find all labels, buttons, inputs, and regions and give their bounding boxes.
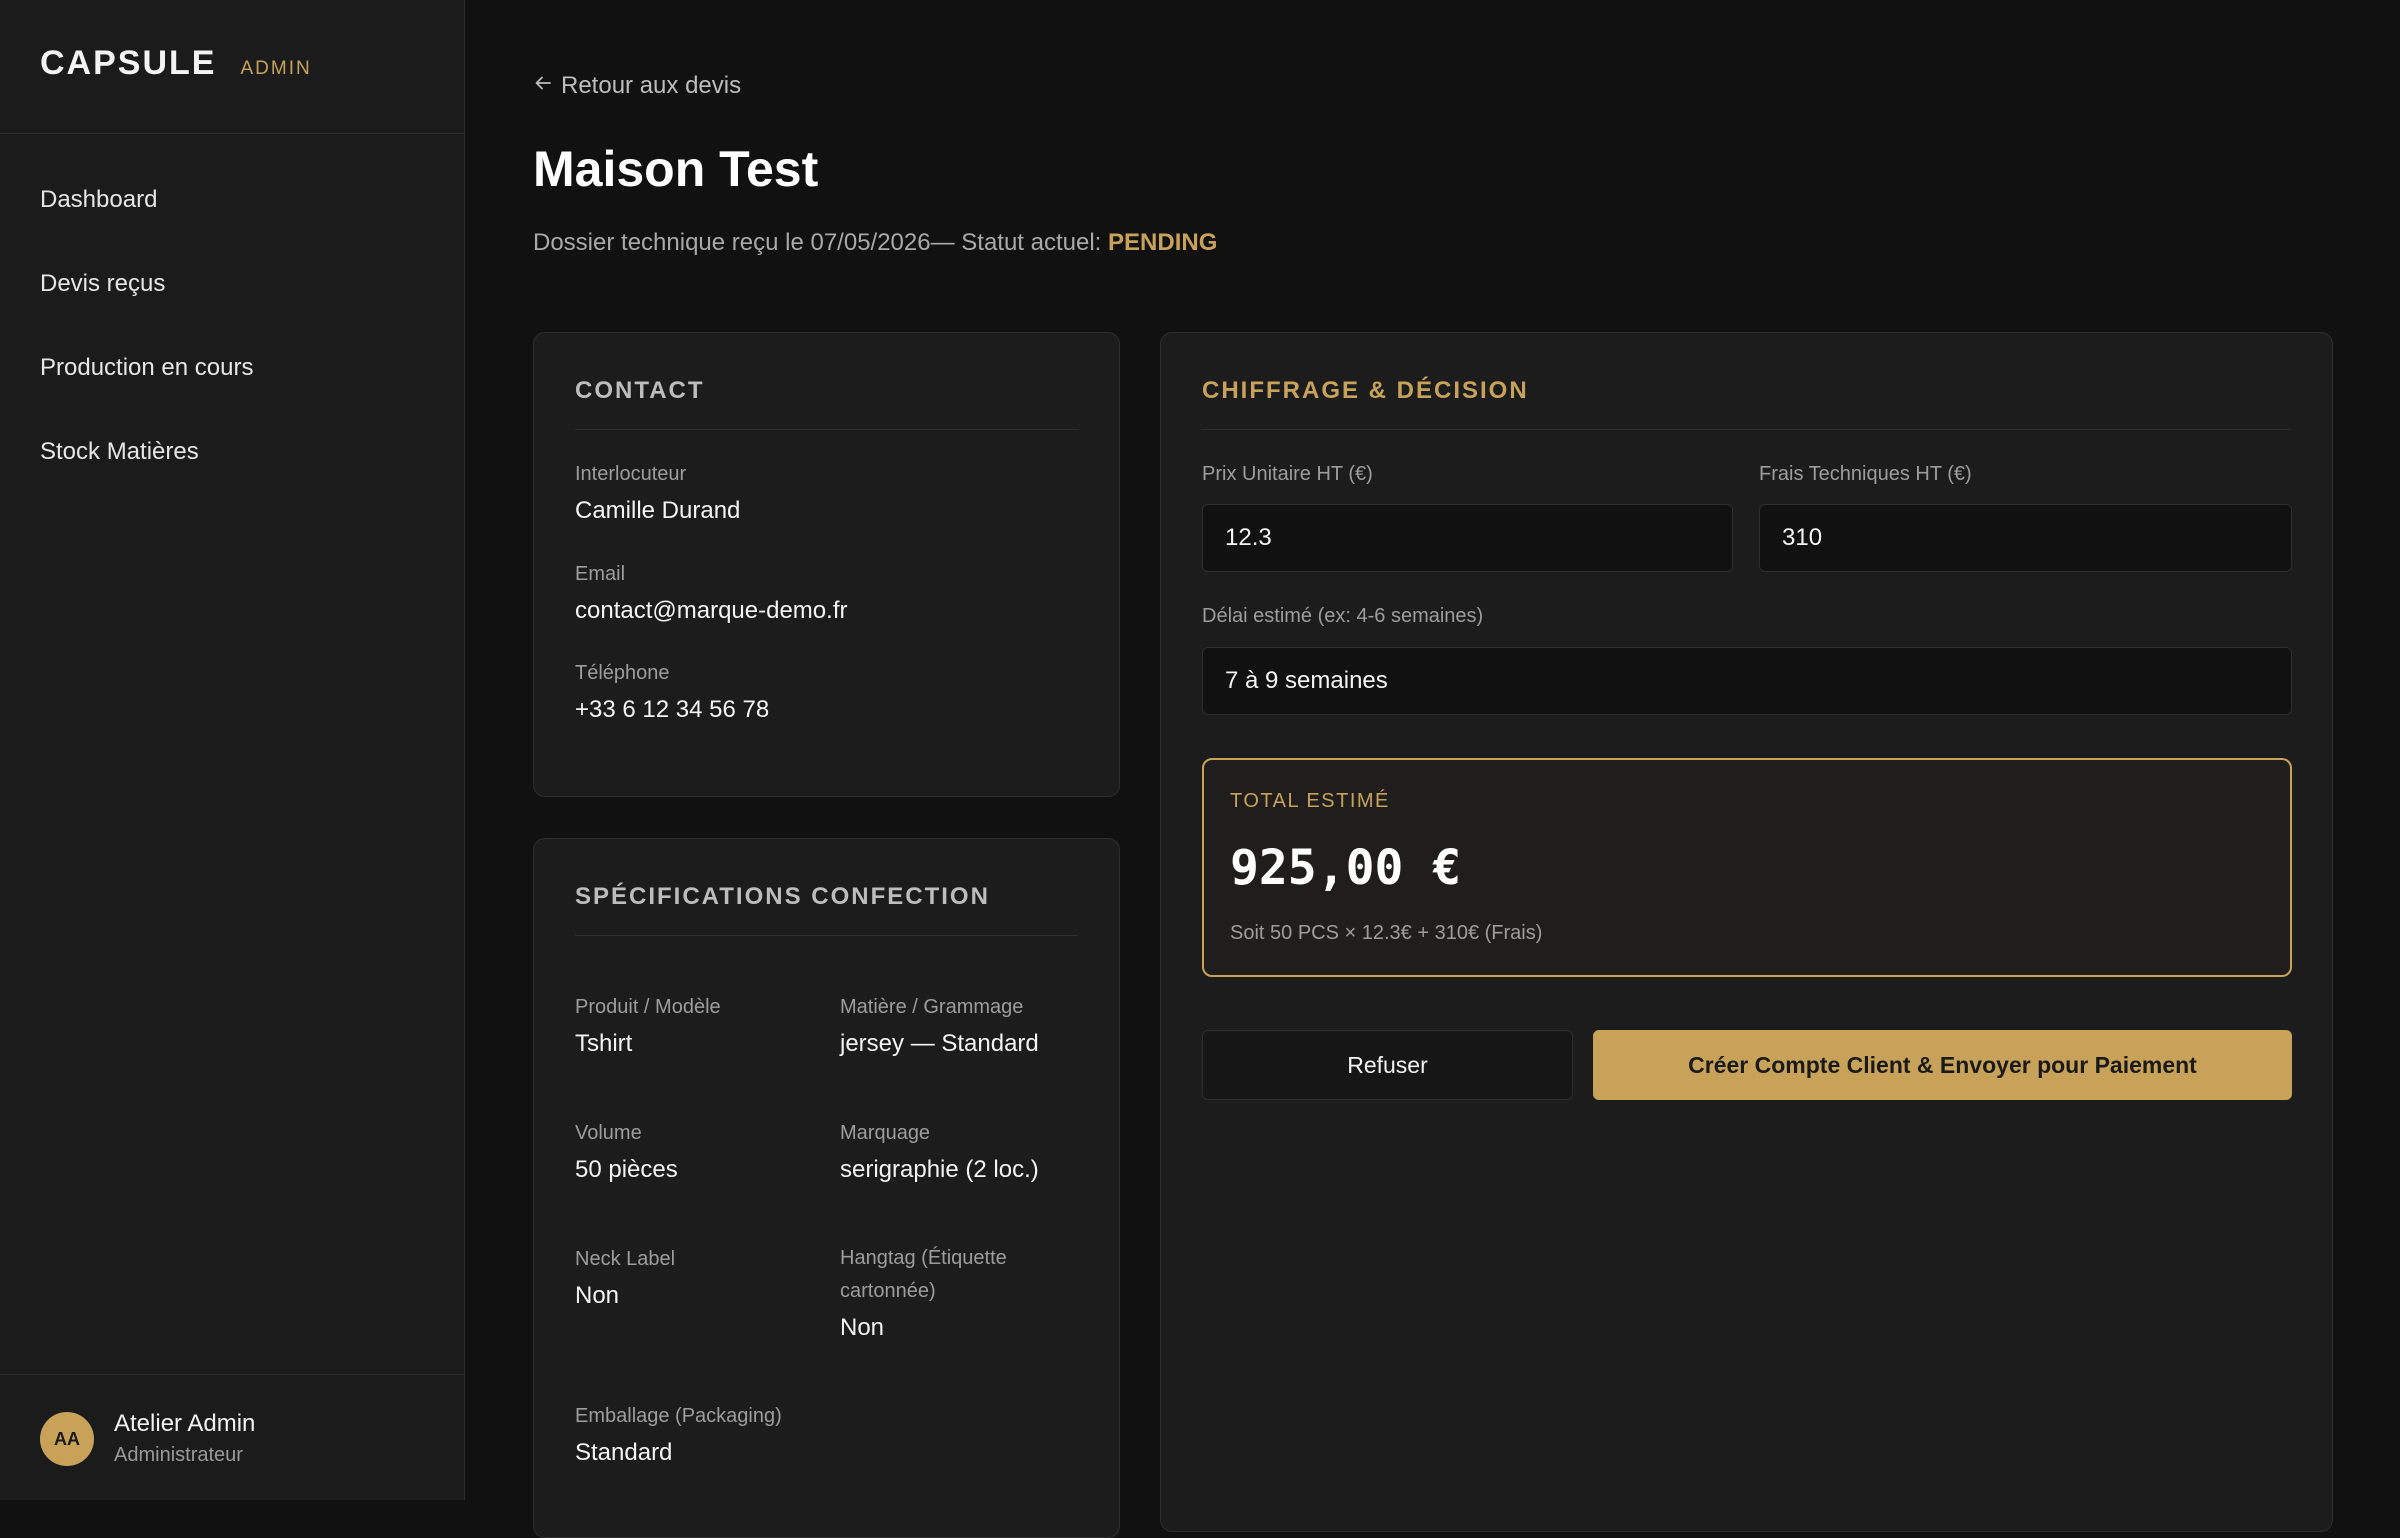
- page-subtitle: Dossier technique reçu le 07/05/2026— St…: [533, 229, 1217, 257]
- field-label: Email: [575, 563, 626, 585]
- total-label: TOTAL ESTIMÉ: [1230, 790, 1390, 812]
- sidebar-divider: [0, 1374, 465, 1375]
- user-name: Atelier Admin: [114, 1410, 256, 1437]
- total-detail: Soit 50 PCS × 12.3€ + 310€ (Frais): [1230, 922, 1543, 944]
- field-label: Hangtag (Étiquette cartonnée): [840, 1247, 1007, 1302]
- avatar: AA: [40, 1412, 94, 1466]
- tech-fees-label: Frais Techniques HT (€): [1759, 463, 1972, 485]
- card-title: CONTACT: [575, 377, 705, 404]
- card-title: CHIFFRAGE & DÉCISION: [1202, 377, 1529, 404]
- card-divider: [575, 429, 1078, 430]
- field-value: Non: [575, 1282, 620, 1309]
- field-label: Produit / Modèle: [575, 996, 721, 1018]
- field-value: Standard: [575, 1439, 673, 1466]
- decision-card: CHIFFRAGE & DÉCISION Prix Unitaire HT (€…: [1160, 332, 2333, 1532]
- field-value: 50 pièces: [575, 1156, 678, 1183]
- unit-price-input[interactable]: 12.3: [1202, 504, 1733, 572]
- field-label: Emballage (Packaging): [575, 1405, 782, 1427]
- sidebar-item-dashboard[interactable]: Dashboard: [0, 160, 464, 244]
- subtitle-text: Dossier technique reçu le 07/05/2026— St…: [533, 229, 1109, 256]
- field-label: Marquage: [840, 1122, 931, 1144]
- sidebar: CAPSULE ADMIN Dashboard Devis reçus Prod…: [0, 0, 465, 1500]
- total-estimate-box: TOTAL ESTIMÉ 925,00 € Soit 50 PCS × 12.3…: [1202, 758, 2292, 977]
- field-value: Non: [840, 1314, 885, 1341]
- brand-logo[interactable]: CAPSULE ADMIN: [40, 44, 312, 83]
- field-label: Volume: [575, 1122, 642, 1144]
- sidebar-divider: [0, 133, 465, 134]
- total-value: 925,00 €: [1230, 840, 1462, 896]
- field-value: contact@marque-demo.fr: [575, 597, 848, 624]
- contact-card: CONTACT Interlocuteur Camille Durand Ema…: [533, 332, 1120, 797]
- card-title: SPÉCIFICATIONS CONFECTION: [575, 883, 990, 910]
- unit-price-label: Prix Unitaire HT (€): [1202, 463, 1373, 485]
- tech-fees-input[interactable]: 310: [1759, 504, 2292, 572]
- back-link[interactable]: Retour aux devis: [533, 72, 741, 100]
- card-divider: [575, 935, 1078, 936]
- status-badge: PENDING: [1108, 229, 1218, 256]
- sidebar-item-stock[interactable]: Stock Matières: [0, 412, 464, 496]
- field-label: Neck Label: [575, 1248, 676, 1270]
- user-profile[interactable]: AA Atelier Admin Administrateur: [40, 1408, 255, 1470]
- field-value: jersey — Standard: [840, 1030, 1039, 1057]
- sidebar-item-devis-recus[interactable]: Devis reçus: [0, 244, 464, 328]
- arrow-left-icon: [533, 72, 553, 100]
- field-value: serigraphie (2 loc.): [840, 1156, 1039, 1183]
- field-value: +33 6 12 34 56 78: [575, 696, 770, 723]
- brand-tag: ADMIN: [240, 58, 312, 79]
- refuse-button[interactable]: Refuser: [1202, 1030, 1573, 1100]
- delay-input[interactable]: 7 à 9 semaines: [1202, 647, 2292, 715]
- back-link-label: Retour aux devis: [561, 72, 742, 99]
- field-label: Interlocuteur: [575, 463, 687, 485]
- sidebar-item-production[interactable]: Production en cours: [0, 328, 464, 412]
- user-info: Atelier Admin Administrateur: [114, 1408, 255, 1470]
- field-label: Téléphone: [575, 662, 670, 684]
- field-label: Matière / Grammage: [840, 996, 1024, 1018]
- user-role: Administrateur: [114, 1444, 243, 1466]
- field-value: Tshirt: [575, 1030, 633, 1057]
- delay-label: Délai estimé (ex: 4-6 semaines): [1202, 605, 1484, 627]
- page-title: Maison Test: [533, 141, 819, 197]
- brand-name: CAPSULE: [40, 44, 217, 82]
- sidebar-nav: Dashboard Devis reçus Production en cour…: [0, 160, 464, 496]
- field-value: Camille Durand: [575, 497, 741, 524]
- card-divider: [1202, 429, 2291, 430]
- specs-card: SPÉCIFICATIONS CONFECTION Produit / Modè…: [533, 838, 1120, 1538]
- create-account-button[interactable]: Créer Compte Client & Envoyer pour Paiem…: [1593, 1030, 2292, 1100]
